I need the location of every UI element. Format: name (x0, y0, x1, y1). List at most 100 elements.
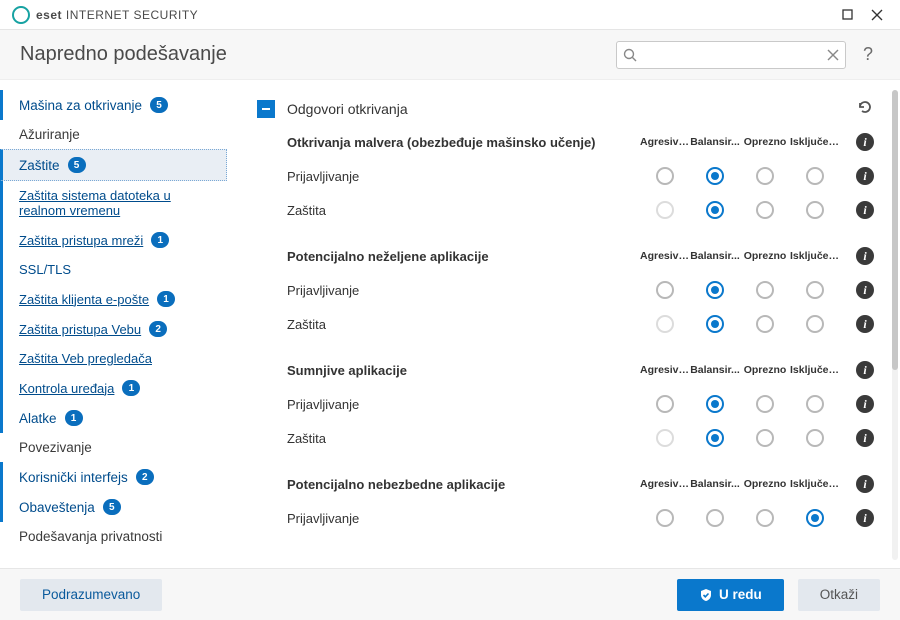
search-box[interactable] (616, 41, 846, 69)
undo-button[interactable] (856, 98, 874, 119)
radio-option[interactable] (706, 429, 724, 447)
radio-option[interactable] (756, 167, 774, 185)
info-icon[interactable]: i (856, 509, 874, 527)
default-button[interactable]: Podrazumevano (20, 579, 162, 611)
info-icon[interactable]: i (856, 281, 874, 299)
column-header: Oprezno (740, 250, 790, 262)
column-header: Oprezno (740, 136, 790, 148)
radio-option[interactable] (706, 395, 724, 413)
sidebar-badge: 1 (65, 410, 83, 426)
sidebar-badge: 5 (150, 97, 168, 113)
sidebar-item-8[interactable]: Zaštita Veb pregledača (0, 344, 227, 373)
radio-option[interactable] (656, 509, 674, 527)
radio-option[interactable] (806, 315, 824, 333)
sidebar-item-13[interactable]: Obaveštenja5 (0, 492, 227, 522)
sidebar-item-label: Korisnički interfejs (19, 470, 128, 485)
row-label: Zaštita (287, 203, 640, 218)
column-header: Balansir... (690, 364, 740, 376)
sidebar-item-label: Zaštita sistema datoteka u realnom vreme… (19, 188, 215, 218)
search-input[interactable] (643, 47, 821, 62)
titlebar: eset INTERNET SECURITY (0, 0, 900, 30)
ok-button[interactable]: U redu (677, 579, 784, 611)
info-icon[interactable]: i (856, 201, 874, 219)
setting-row: Zaštita i (287, 193, 874, 227)
radio-option[interactable] (656, 281, 674, 299)
radio-option[interactable] (756, 315, 774, 333)
sidebar-item-3[interactable]: Zaštita sistema datoteka u realnom vreme… (0, 181, 227, 225)
radio-option[interactable] (706, 201, 724, 219)
column-headers: AgresivnoBalansir...OpreznoIsključeno (640, 364, 840, 376)
radio-option[interactable] (756, 201, 774, 219)
radio-option[interactable] (806, 395, 824, 413)
content-scrollbar[interactable] (892, 90, 898, 560)
radio-option[interactable] (756, 429, 774, 447)
sidebar-item-7[interactable]: Zaštita pristupa Vebu2 (0, 314, 227, 344)
sidebar-badge: 1 (151, 232, 169, 248)
info-icon[interactable]: i (856, 247, 874, 265)
column-header: Agresivno (640, 136, 690, 148)
radio-option[interactable] (756, 509, 774, 527)
sidebar-item-11[interactable]: Povezivanje (0, 433, 227, 462)
sidebar-item-label: Zaštita pristupa Vebu (19, 322, 141, 337)
setting-row: Prijavljivanje i (287, 273, 874, 307)
radio-option[interactable] (706, 167, 724, 185)
row-label: Prijavljivanje (287, 169, 640, 184)
column-header: Isključeno (790, 478, 840, 490)
setting-row: Prijavljivanje i (287, 159, 874, 193)
column-header: Agresivno (640, 478, 690, 490)
collapse-toggle[interactable] (257, 100, 275, 118)
info-icon[interactable]: i (856, 133, 874, 151)
column-headers: AgresivnoBalansir...OpreznoIsključeno (640, 136, 840, 148)
radio-option[interactable] (756, 281, 774, 299)
header: Napredno podešavanje ? (0, 30, 900, 80)
sidebar-item-5[interactable]: SSL/TLS (0, 255, 227, 284)
sidebar-item-12[interactable]: Korisnički interfejs2 (0, 462, 227, 492)
sidebar-item-14[interactable]: Podešavanja privatnosti (0, 522, 227, 551)
setting-group: Otkrivanja malvera (obezbeđuje mašinsko … (257, 133, 874, 227)
info-icon[interactable]: i (856, 429, 874, 447)
sidebar-item-6[interactable]: Zaštita klijenta e-pošte1 (0, 284, 227, 314)
sidebar-item-label: Zaštita pristupa mreži (19, 233, 143, 248)
minus-icon (260, 103, 272, 115)
column-header: Agresivno (640, 250, 690, 262)
info-icon[interactable]: i (856, 361, 874, 379)
radio-option[interactable] (806, 509, 824, 527)
cancel-button[interactable]: Otkaži (798, 579, 880, 611)
info-icon[interactable]: i (856, 315, 874, 333)
row-label: Prijavljivanje (287, 283, 640, 298)
radio-option[interactable] (706, 509, 724, 527)
column-header: Agresivno (640, 364, 690, 376)
radio-option (656, 429, 674, 447)
radio-option[interactable] (656, 395, 674, 413)
help-button[interactable]: ? (856, 44, 880, 65)
sidebar-item-4[interactable]: Zaštita pristupa mreži 1 (0, 225, 227, 255)
radio-option[interactable] (706, 281, 724, 299)
sidebar-item-10[interactable]: Alatke1 (0, 403, 227, 433)
radio-option[interactable] (756, 395, 774, 413)
sidebar-badge: 1 (122, 380, 140, 396)
radio-option[interactable] (806, 201, 824, 219)
radio-option[interactable] (806, 167, 824, 185)
sidebar-item-0[interactable]: Mašina za otkrivanje5 (0, 90, 227, 120)
info-icon[interactable]: i (856, 475, 874, 493)
radio-option[interactable] (656, 167, 674, 185)
window-close-button[interactable] (862, 0, 892, 30)
sidebar-item-2[interactable]: Zaštite5 (0, 149, 227, 181)
sidebar-item-9[interactable]: Kontrola uređaja 1 (0, 373, 227, 403)
row-label: Zaštita (287, 431, 640, 446)
scrollbar-thumb[interactable] (892, 90, 898, 370)
sidebar-item-label: Povezivanje (19, 440, 92, 455)
radio-option[interactable] (806, 429, 824, 447)
sidebar-item-label: Kontrola uređaja (19, 381, 114, 396)
window-maximize-button[interactable] (832, 0, 862, 30)
column-header: Isključeno (790, 136, 840, 148)
sidebar-item-1[interactable]: Ažuriranje (0, 120, 227, 149)
radio-option[interactable] (806, 281, 824, 299)
sidebar-badge: 1 (157, 291, 175, 307)
sidebar-badge: 5 (103, 499, 121, 515)
row-label: Prijavljivanje (287, 397, 640, 412)
radio-option[interactable] (706, 315, 724, 333)
info-icon[interactable]: i (856, 167, 874, 185)
clear-search-icon[interactable] (827, 49, 839, 61)
info-icon[interactable]: i (856, 395, 874, 413)
